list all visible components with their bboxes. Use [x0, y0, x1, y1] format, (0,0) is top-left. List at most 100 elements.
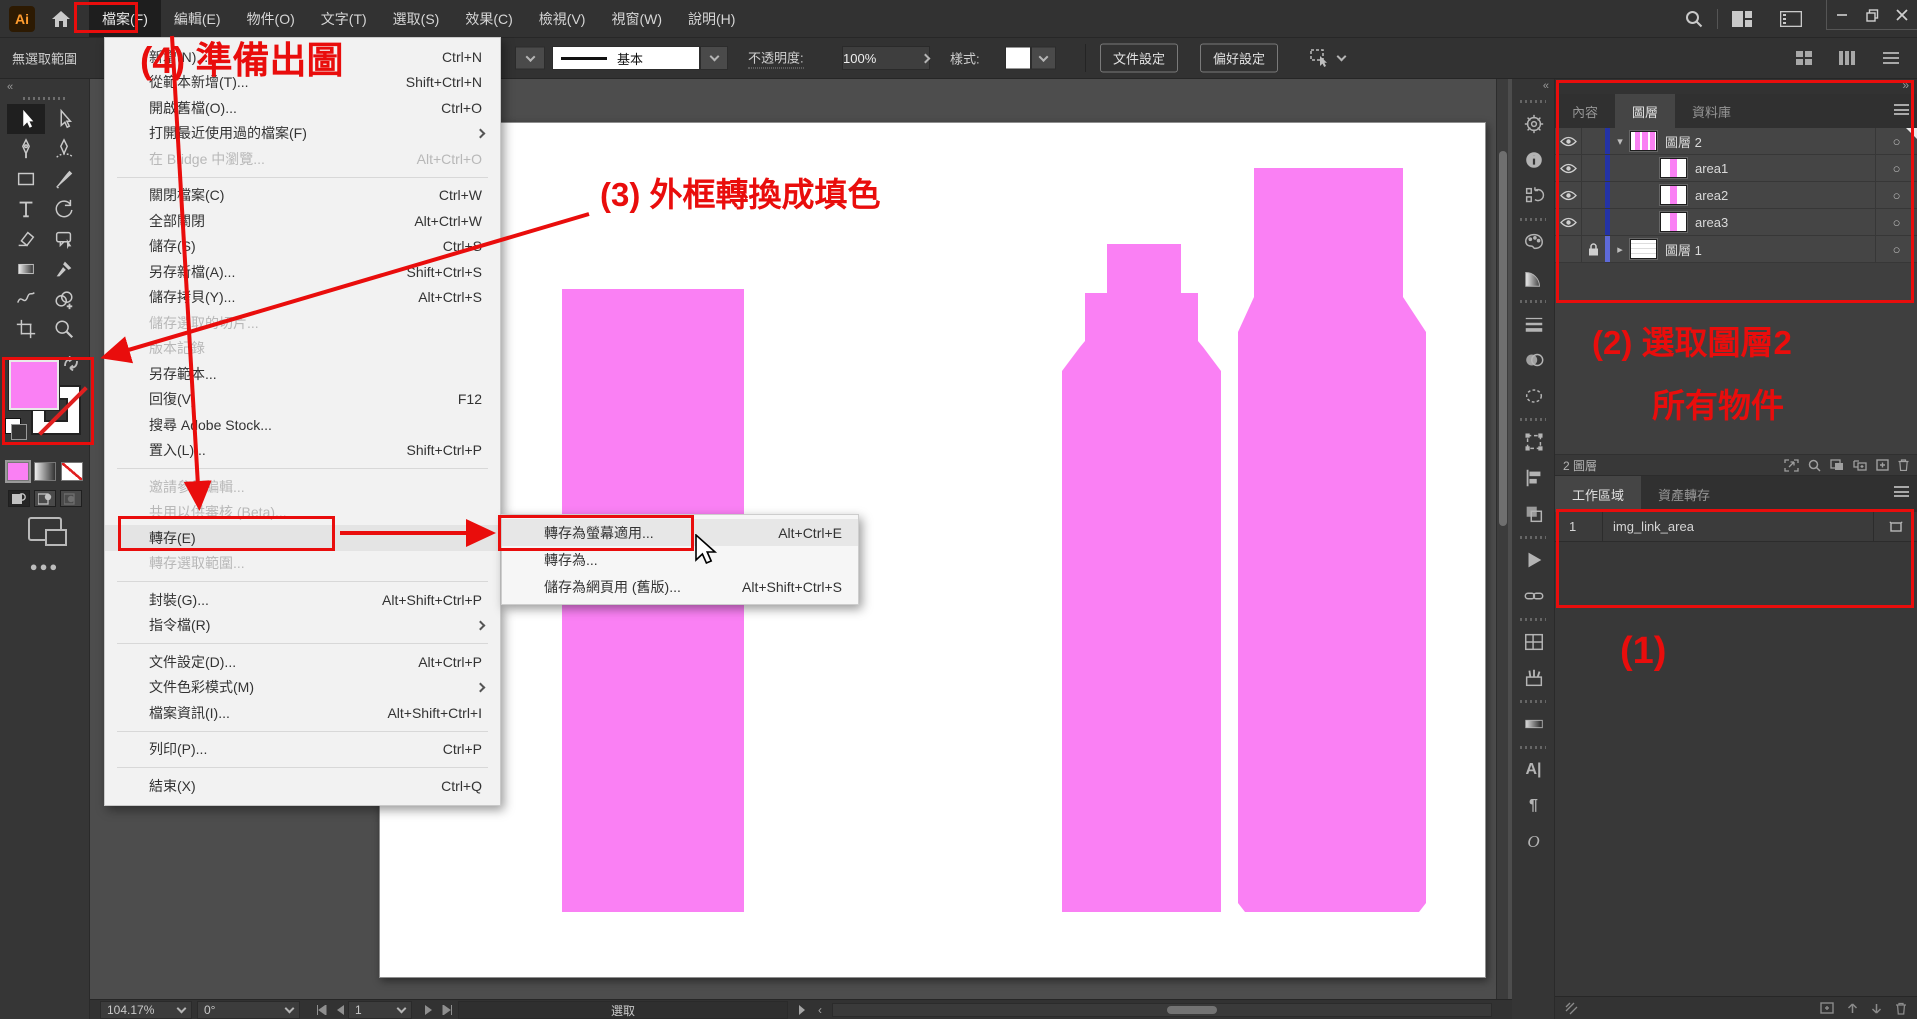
- layers-panel-menu-icon[interactable]: [1894, 104, 1909, 115]
- collect-for-export-icon[interactable]: [1784, 459, 1799, 472]
- restore-button[interactable]: [1857, 0, 1887, 30]
- transparency-panel-icon[interactable]: [1512, 346, 1555, 373]
- panel-group-handle[interactable]: [1520, 300, 1546, 303]
- file-menu-item[interactable]: 置入(L)...Shift+Ctrl+P: [105, 438, 500, 464]
- document-setup-button[interactable]: 文件設定: [1100, 44, 1178, 73]
- search-icon[interactable]: [1685, 10, 1703, 28]
- layer-row[interactable]: ▸圖層 1○: [1555, 236, 1917, 263]
- file-menu-item[interactable]: 共用以供審核 (Beta)...: [105, 500, 500, 526]
- collapse-panels-icon[interactable]: «: [1512, 79, 1554, 95]
- layer-thumbnail[interactable]: [1630, 131, 1657, 151]
- status-menu-icon[interactable]: [792, 1001, 812, 1019]
- visibility-toggle-icon[interactable]: [1555, 190, 1581, 201]
- layer-thumbnail[interactable]: [1660, 158, 1687, 178]
- layer-target-circle[interactable]: ○: [1875, 209, 1917, 235]
- make-clipping-mask-icon[interactable]: [1830, 459, 1844, 472]
- file-menu-item[interactable]: 列印(P)...Ctrl+P: [105, 737, 500, 763]
- move-up-icon[interactable]: [1847, 1003, 1858, 1014]
- color-guide-panel-icon[interactable]: [1512, 264, 1555, 291]
- lock-toggle-icon[interactable]: [1581, 209, 1605, 235]
- visibility-toggle-icon[interactable]: [1555, 136, 1581, 147]
- file-menu-item[interactable]: 封裝(G)...Alt+Shift+Ctrl+P: [105, 587, 500, 613]
- layer-thumbnail[interactable]: [1630, 239, 1657, 259]
- file-menu-item[interactable]: 儲存選取的切片...: [105, 310, 500, 336]
- layer-expand-icon[interactable]: ▾: [1610, 135, 1630, 148]
- arrange-documents-icon[interactable]: [1732, 11, 1752, 27]
- preferences-button[interactable]: 偏好設定: [1200, 44, 1278, 73]
- file-menu-item[interactable]: 打開最近使用過的檔案(F): [105, 121, 500, 147]
- file-menu-item[interactable]: 文件色彩模式(M): [105, 675, 500, 701]
- panel-group-handle[interactable]: [1520, 418, 1546, 421]
- file-menu-item[interactable]: 轉存(E): [105, 525, 500, 551]
- style-swatch[interactable]: [1005, 47, 1031, 70]
- gradient-tool[interactable]: [7, 254, 45, 284]
- panel-group-handle[interactable]: [1520, 536, 1546, 539]
- lock-toggle-icon[interactable]: [1581, 182, 1605, 208]
- file-menu-item[interactable]: 另存範本...: [105, 361, 500, 387]
- shape-builder-tool[interactable]: [45, 284, 83, 314]
- menubar-item-9[interactable]: 說明(H): [675, 0, 748, 37]
- menubar-item-7[interactable]: 檢視(V): [526, 0, 599, 37]
- file-menu-item[interactable]: 全部關閉Alt+Ctrl+W: [105, 208, 500, 234]
- panel-group-handle[interactable]: [1520, 100, 1546, 103]
- artboard-row[interactable]: 1img_link_area: [1555, 512, 1917, 542]
- locate-object-icon[interactable]: [1808, 459, 1821, 472]
- draw-inside-mode[interactable]: [60, 490, 82, 507]
- edit-toolbar-icon[interactable]: ●●●: [0, 559, 89, 574]
- file-menu-item[interactable]: 在 Bridge 中瀏覽...Alt+Ctrl+O: [105, 146, 500, 172]
- rotation-dropdown[interactable]: 0°: [197, 1001, 300, 1019]
- resize-handle-icon[interactable]: [1565, 1002, 1578, 1015]
- color-panel-icon[interactable]: [1512, 228, 1555, 255]
- menubar-item-6[interactable]: 效果(C): [452, 0, 525, 37]
- zoom-tool[interactable]: [45, 314, 83, 344]
- file-menu-item[interactable]: 檔案資訊(I)...Alt+Shift+Ctrl+I: [105, 700, 500, 726]
- horizontal-scrollbar-thumb[interactable]: [1167, 1006, 1217, 1014]
- layer-name[interactable]: 圖層 1: [1665, 240, 1875, 259]
- opentype-panel-icon[interactable]: O: [1512, 828, 1555, 855]
- file-menu-item[interactable]: 文件設定(D)...Alt+Ctrl+P: [105, 649, 500, 675]
- rotate-tool[interactable]: [45, 194, 83, 224]
- color-button[interactable]: [7, 462, 29, 481]
- lock-toggle-icon[interactable]: [1581, 128, 1605, 154]
- collapse-dock-icon[interactable]: «: [0, 79, 89, 93]
- brush-dropdown-chevron[interactable]: [700, 46, 728, 70]
- lock-toggle-icon[interactable]: [1581, 155, 1605, 181]
- stroke-panel-icon[interactable]: [1512, 310, 1555, 337]
- file-menu-item[interactable]: 開啟舊檔(O)...Ctrl+O: [105, 95, 500, 121]
- file-menu-item[interactable]: 邀請參與編輯...: [105, 474, 500, 500]
- align-panel-icon[interactable]: [1512, 464, 1555, 491]
- none-button[interactable]: [61, 462, 83, 481]
- type-tool[interactable]: [7, 194, 45, 224]
- opacity-label[interactable]: 不透明度:: [748, 48, 804, 69]
- visibility-toggle-icon[interactable]: [1555, 163, 1581, 174]
- artboard-page-icon[interactable]: [1873, 512, 1917, 541]
- lock-toggle-icon[interactable]: [1581, 236, 1605, 262]
- new-sublayer-icon[interactable]: [1853, 459, 1867, 472]
- eraser-tool[interactable]: [7, 224, 45, 254]
- layer-row[interactable]: area2○: [1555, 182, 1917, 209]
- menubar-item-5[interactable]: 選取(S): [380, 0, 453, 37]
- comment-tool[interactable]: [45, 224, 83, 254]
- transform-panel-icon[interactable]: [1512, 428, 1555, 455]
- layer-target-circle[interactable]: ○: [1875, 128, 1917, 154]
- scroll-left-icon[interactable]: ‹: [812, 1001, 828, 1019]
- artboard-number-field[interactable]: 1: [348, 1001, 412, 1019]
- layer-name[interactable]: 圖層 2: [1665, 132, 1875, 151]
- opacity-field[interactable]: 100%: [842, 46, 930, 70]
- info-panel-icon[interactable]: [1512, 146, 1555, 173]
- layer-thumbnail[interactable]: [1660, 185, 1687, 205]
- layers-panel-collapse-icon[interactable]: »: [1555, 79, 1917, 94]
- file-menu-item[interactable]: 轉存選取範圍...: [105, 551, 500, 577]
- move-down-icon[interactable]: [1871, 1003, 1882, 1014]
- file-menu-item[interactable]: 儲存拷貝(Y)...Alt+Ctrl+S: [105, 285, 500, 311]
- fill-color-swatch[interactable]: [9, 360, 59, 410]
- export-submenu-item[interactable]: 儲存為網頁用 (舊版)...Alt+Shift+Ctrl+S: [502, 573, 858, 600]
- layer-thumbnail[interactable]: [1660, 212, 1687, 232]
- layer-name[interactable]: area1: [1695, 161, 1875, 176]
- layer-row[interactable]: ▾ 圖層 2○: [1555, 128, 1917, 155]
- artboard-tool[interactable]: [7, 314, 45, 344]
- stroke-weight-dropdown[interactable]: [515, 47, 545, 70]
- discover-panel-icon[interactable]: [1512, 110, 1555, 137]
- layer-target-circle[interactable]: ○: [1875, 236, 1917, 262]
- panel-group-handle[interactable]: [1520, 218, 1546, 221]
